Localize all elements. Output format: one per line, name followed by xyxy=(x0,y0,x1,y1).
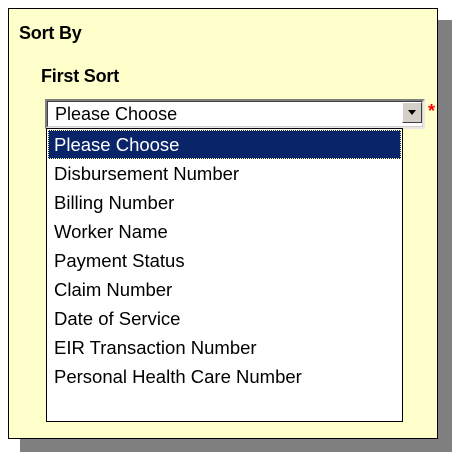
first-sort-options-list[interactable]: Please Choose Disbursement Number Billing … xyxy=(46,128,403,422)
dropdown-option[interactable]: Payment Status xyxy=(48,246,401,275)
chevron-down-icon[interactable] xyxy=(402,102,422,123)
section-title: Sort By xyxy=(19,23,82,43)
dropdown-option[interactable]: Claim Number xyxy=(48,275,401,304)
sort-by-panel: Sort By First Sort Please Choose * Pleas… xyxy=(8,8,438,439)
dropdown-option[interactable]: Please Choose xyxy=(48,130,401,159)
first-sort-label: First Sort xyxy=(41,66,120,86)
dropdown-option[interactable]: Worker Name xyxy=(48,217,401,246)
dropdown-option[interactable]: Billing Number xyxy=(48,188,401,217)
first-sort-select[interactable]: Please Choose xyxy=(45,99,425,129)
dropdown-option[interactable]: Disbursement Number xyxy=(48,159,401,188)
dropdown-option[interactable]: Personal Health Care Number xyxy=(48,362,401,391)
select-current-value: Please Choose xyxy=(55,104,178,124)
dropdown-option[interactable]: Date of Service xyxy=(48,304,401,333)
required-marker: * xyxy=(428,101,436,121)
dropdown-option[interactable]: EIR Transaction Number xyxy=(48,333,401,362)
